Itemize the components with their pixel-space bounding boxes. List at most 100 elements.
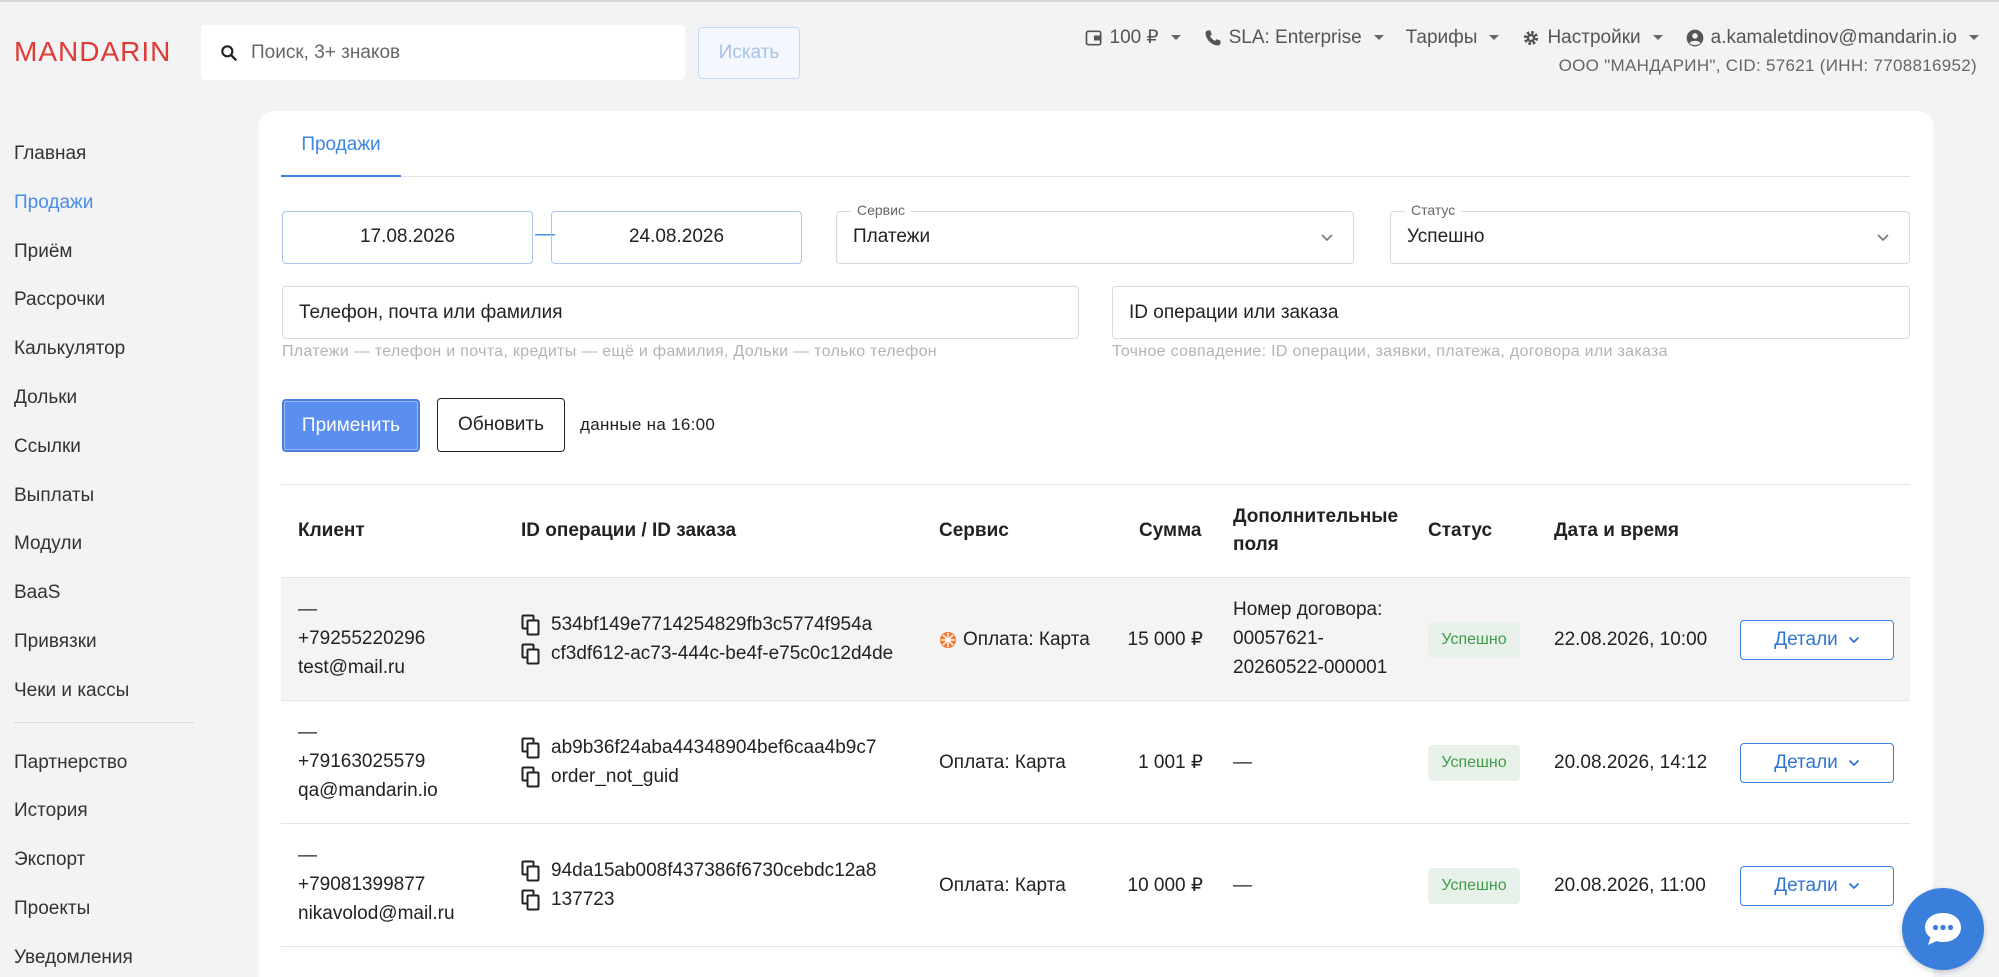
chat-icon (1925, 913, 1961, 945)
sidebar-item-installments[interactable]: Рассрочки (14, 282, 194, 331)
datetime-cell: 20.08.2026, 14:12 (1554, 752, 1708, 773)
settings-label: Настройки (1547, 26, 1641, 48)
copy-icon[interactable] (521, 614, 541, 636)
sidebar-item-home[interactable]: Главная (14, 136, 194, 185)
search-input[interactable] (251, 41, 671, 64)
refresh-button[interactable]: Обновить (437, 398, 565, 452)
header-extra[interactable]: Дополнительные поля (1233, 503, 1398, 559)
id-search-input[interactable] (1113, 287, 1909, 338)
header-extra-line2: поля (1233, 534, 1279, 555)
logo[interactable]: MANDARIN (14, 36, 171, 68)
apply-button[interactable]: Применить (282, 399, 420, 452)
search-icon (221, 44, 237, 61)
service-cell: Оплата: Карта (939, 871, 1066, 900)
sidebar-divider (14, 721, 194, 723)
tariffs-menu[interactable]: Тарифы (1406, 27, 1500, 49)
chevron-down-icon (1877, 234, 1889, 242)
user-menu[interactable]: a.kamaletdinov@mandarin.io (1685, 27, 1979, 49)
sidebar-item-partnership[interactable]: Партнерство (14, 745, 194, 794)
status-value: Успешно (1407, 226, 1485, 247)
details-button[interactable]: Детали (1740, 620, 1894, 660)
sidebar-item-projects[interactable]: Проекты (14, 891, 194, 940)
service-cell: Оплата: Карта (939, 748, 1066, 777)
top-border (0, 0, 1999, 2)
tariffs-label: Тарифы (1405, 26, 1478, 48)
chevron-down-icon (1652, 35, 1663, 40)
table-row[interactable]: — +79163025579 qa@mandarin.io ab9b36f24a… (281, 701, 1910, 824)
sidebar-item-modules[interactable]: Модули (14, 526, 194, 575)
client-phone: +79163025579 (298, 751, 426, 772)
client-name: — (298, 599, 317, 620)
chevron-down-icon (1848, 882, 1859, 890)
header-ids[interactable]: ID операции / ID заказа (521, 517, 736, 545)
top-menu: 100 ₽ SLA: Enterprise Тарифы Настройки a… (1084, 26, 1979, 49)
header-datetime[interactable]: Дата и время (1554, 517, 1679, 545)
org-info: ООО "МАНДАРИН", CID: 57621 (ИНН: 7708816… (1558, 56, 1977, 75)
search-button[interactable]: Искать (698, 27, 800, 79)
copy-icon[interactable] (521, 766, 541, 788)
phone-icon (1205, 30, 1221, 45)
sidebar-item-acquiring[interactable]: Приём (14, 234, 194, 283)
table-row[interactable]: — +79081399877 nikavolod@mail.ru 94da15a… (281, 824, 1910, 947)
chevron-down-icon (1489, 35, 1500, 40)
copy-icon[interactable] (521, 643, 541, 665)
operation-id: ab9b36f24aba44348904bef6caa4b9c7 (551, 737, 877, 758)
sidebar-item-payouts[interactable]: Выплаты (14, 478, 194, 527)
service-cell: Оплата: Карта (939, 625, 1090, 654)
tab-sales[interactable]: Продажи (281, 111, 401, 177)
header-service[interactable]: Сервис (939, 517, 1009, 545)
amount-cell: 15 000 ₽ (1127, 629, 1203, 650)
ids-cell: 534bf149e7714254829fb3c5774f954a cf3df61… (521, 610, 893, 668)
client-name: — (298, 722, 317, 743)
client-search-hint: Платежи — телефон и почта, кредиты — ещё… (282, 343, 937, 360)
sidebar-item-export[interactable]: Экспорт (14, 842, 194, 891)
main-panel: Продажи 17.08.2026 — 24.08.2026 Сервис П… (259, 111, 1933, 977)
sidebar-item-notifications[interactable]: Уведомления (14, 940, 194, 977)
search-bar[interactable] (201, 25, 685, 80)
client-phone: +79081399877 (298, 874, 426, 895)
account-icon (1686, 29, 1703, 46)
sidebar-item-history[interactable]: История (14, 793, 194, 842)
tabs: Продажи (281, 111, 1910, 177)
sla-label: SLA: Enterprise (1228, 26, 1362, 48)
ids-cell: ab9b36f24aba44348904bef6caa4b9c7 order_n… (521, 733, 876, 791)
copy-icon[interactable] (521, 860, 541, 882)
settings-menu[interactable]: Настройки (1521, 26, 1663, 49)
operation-id: 94da15ab008f437386f6730cebdc12a8 (551, 860, 877, 881)
sidebar-item-sales[interactable]: Продажи (14, 185, 194, 234)
sidebar-item-bindings[interactable]: Привязки (14, 624, 194, 673)
extra-cell: Номер договора: 00057621- 20260522-00000… (1233, 595, 1387, 682)
client-email: test@mail.ru (298, 657, 405, 678)
header-status[interactable]: Статус (1428, 517, 1492, 545)
details-button[interactable]: Детали (1740, 866, 1894, 906)
sla-menu[interactable]: SLA: Enterprise (1203, 27, 1384, 49)
details-label: Детали (1774, 629, 1838, 650)
date-to-input[interactable]: 24.08.2026 (551, 211, 802, 264)
status-legend: Статус (1405, 202, 1462, 218)
id-search-hint: Точное совпадение: ID операции, заявки, … (1112, 343, 1668, 360)
client-search-field[interactable] (282, 286, 1079, 339)
sidebar-item-baas[interactable]: BaaS (14, 575, 194, 624)
extra-line: 00057621- (1233, 628, 1324, 649)
header-amount[interactable]: Сумма (1139, 517, 1201, 545)
balance-menu[interactable]: 100 ₽ (1084, 26, 1181, 49)
status-badge: Успешно (1428, 622, 1520, 658)
client-search-input[interactable] (283, 287, 1078, 338)
copy-icon[interactable] (521, 737, 541, 759)
sidebar-item-calculator[interactable]: Калькулятор (14, 331, 194, 380)
data-timestamp: данные на 16:00 (580, 415, 716, 434)
chat-button[interactable] (1902, 888, 1984, 970)
table-row[interactable]: — +79255220296 test@mail.ru 534bf149e771… (281, 578, 1910, 701)
copy-icon[interactable] (521, 889, 541, 911)
status-select[interactable]: Статус Успешно (1390, 202, 1910, 264)
id-search-field[interactable] (1112, 286, 1910, 339)
service-name: Оплата: Карта (939, 875, 1066, 896)
details-button[interactable]: Детали (1740, 743, 1894, 783)
header-client[interactable]: Клиент (298, 517, 365, 545)
client-email: qa@mandarin.io (298, 780, 438, 801)
date-from-input[interactable]: 17.08.2026 (282, 211, 533, 264)
sidebar-item-receipts[interactable]: Чеки и кассы (14, 673, 194, 722)
sidebar-item-links[interactable]: Ссылки (14, 429, 194, 478)
service-select[interactable]: Сервис Платежи (836, 202, 1354, 264)
sidebar-item-dolyami[interactable]: Дольки (14, 380, 194, 429)
